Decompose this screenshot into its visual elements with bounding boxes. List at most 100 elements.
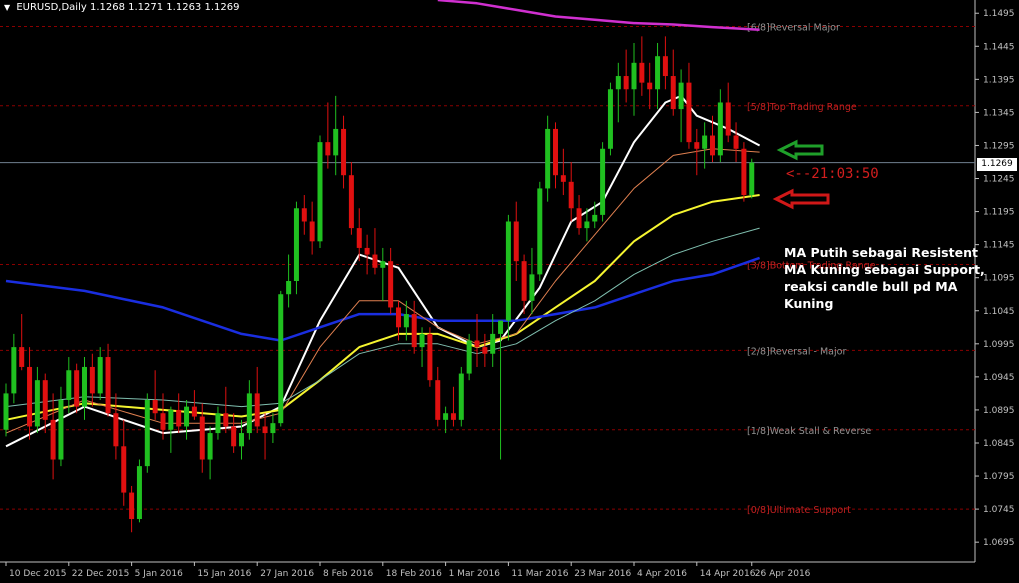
candle-body bbox=[607, 89, 613, 149]
candle bbox=[168, 406, 174, 453]
candle bbox=[42, 373, 48, 434]
candle bbox=[435, 366, 441, 427]
candle-body bbox=[592, 214, 598, 222]
candle-body bbox=[388, 261, 394, 308]
candle bbox=[560, 148, 566, 196]
candle-body bbox=[129, 492, 135, 520]
candle bbox=[58, 386, 64, 467]
candle bbox=[215, 406, 221, 440]
candle bbox=[325, 102, 331, 169]
ohlc-readout: 1.1268 1.1271 1.1263 1.1269 bbox=[89, 2, 240, 13]
candle-body bbox=[215, 413, 221, 434]
candle bbox=[341, 115, 347, 189]
triangle-down-icon[interactable]: ▼ bbox=[4, 3, 10, 12]
candle-body bbox=[50, 419, 56, 460]
candle-body bbox=[144, 400, 150, 467]
candle-body bbox=[364, 247, 370, 255]
candle bbox=[427, 327, 433, 387]
candle bbox=[623, 49, 629, 103]
candle bbox=[129, 485, 135, 533]
candle-body bbox=[717, 102, 723, 156]
candle-body bbox=[576, 208, 582, 229]
candle-body bbox=[498, 320, 504, 334]
candle bbox=[529, 247, 535, 315]
candle-body bbox=[678, 82, 684, 110]
y-tick-label: 1.1345 bbox=[983, 108, 1015, 118]
x-tick-label: 1 Mar 2016 bbox=[449, 569, 501, 579]
candle bbox=[27, 347, 33, 440]
candle bbox=[576, 195, 582, 235]
candle bbox=[702, 122, 708, 169]
candle bbox=[553, 122, 558, 189]
candle bbox=[662, 36, 668, 90]
candle-body bbox=[686, 82, 692, 143]
candle bbox=[733, 122, 739, 162]
candle bbox=[301, 195, 307, 235]
candle-body bbox=[168, 409, 174, 430]
candle-body bbox=[254, 393, 260, 427]
candle-body bbox=[372, 254, 378, 268]
candle bbox=[152, 370, 158, 420]
x-tick-label: 4 Apr 2016 bbox=[637, 569, 687, 579]
candle bbox=[372, 228, 378, 275]
candle bbox=[3, 383, 9, 437]
candle-body bbox=[529, 274, 535, 301]
candle-body bbox=[662, 56, 668, 77]
candle-body bbox=[568, 181, 574, 209]
candle-body bbox=[458, 373, 464, 420]
candle bbox=[670, 49, 676, 116]
candle bbox=[568, 161, 574, 222]
candle-body bbox=[710, 135, 715, 156]
candle-body bbox=[176, 409, 182, 427]
candle-body bbox=[136, 466, 142, 520]
candle-body bbox=[356, 228, 362, 248]
candle-body bbox=[191, 406, 197, 417]
candle-body bbox=[560, 175, 566, 182]
y-tick-label: 1.1445 bbox=[983, 42, 1015, 52]
x-tick-label: 11 Mar 2016 bbox=[511, 569, 568, 579]
candle bbox=[184, 400, 190, 440]
candle-body bbox=[513, 221, 519, 262]
murrey-level-label: [0/8]Ultimate Support bbox=[747, 505, 851, 516]
candle-body bbox=[490, 333, 496, 354]
candle bbox=[364, 234, 370, 275]
candle-body bbox=[207, 433, 213, 460]
x-tick-label: 18 Feb 2016 bbox=[386, 569, 442, 579]
candle bbox=[19, 314, 25, 371]
candle bbox=[278, 290, 284, 427]
candle-body bbox=[246, 393, 252, 434]
candle-body bbox=[419, 333, 425, 348]
y-tick-label: 1.1095 bbox=[983, 274, 1015, 284]
candle-body bbox=[741, 148, 747, 196]
candle bbox=[450, 386, 456, 427]
candle bbox=[286, 254, 292, 308]
candle-body bbox=[615, 76, 621, 90]
candle-body bbox=[42, 380, 48, 420]
candle-body bbox=[113, 413, 119, 447]
y-tick-label: 1.1245 bbox=[983, 175, 1015, 185]
candle-body bbox=[749, 162, 755, 196]
candle-body bbox=[325, 142, 331, 156]
x-tick-label: 5 Jan 2016 bbox=[135, 569, 183, 579]
candle-body bbox=[482, 347, 488, 354]
murrey-level-label: [5/8]Top Trading Range bbox=[747, 102, 857, 113]
candle bbox=[191, 390, 197, 420]
moving-average-magenta bbox=[437, 0, 760, 32]
candle bbox=[293, 201, 299, 295]
candle-body bbox=[27, 366, 33, 427]
candle bbox=[678, 69, 684, 143]
candle-body bbox=[19, 347, 25, 367]
candle bbox=[348, 161, 354, 235]
candle-body bbox=[639, 62, 645, 83]
candle bbox=[545, 115, 551, 202]
candle bbox=[490, 314, 496, 367]
candle-body bbox=[262, 426, 268, 434]
candle bbox=[631, 42, 637, 116]
candle-body bbox=[223, 413, 229, 427]
candle bbox=[11, 333, 17, 404]
candle bbox=[639, 36, 645, 96]
candle-body bbox=[11, 347, 17, 394]
candle-body bbox=[152, 400, 158, 414]
murrey-level-label: [2/8]Reversal - Major bbox=[747, 346, 846, 357]
candle-body bbox=[239, 433, 244, 447]
